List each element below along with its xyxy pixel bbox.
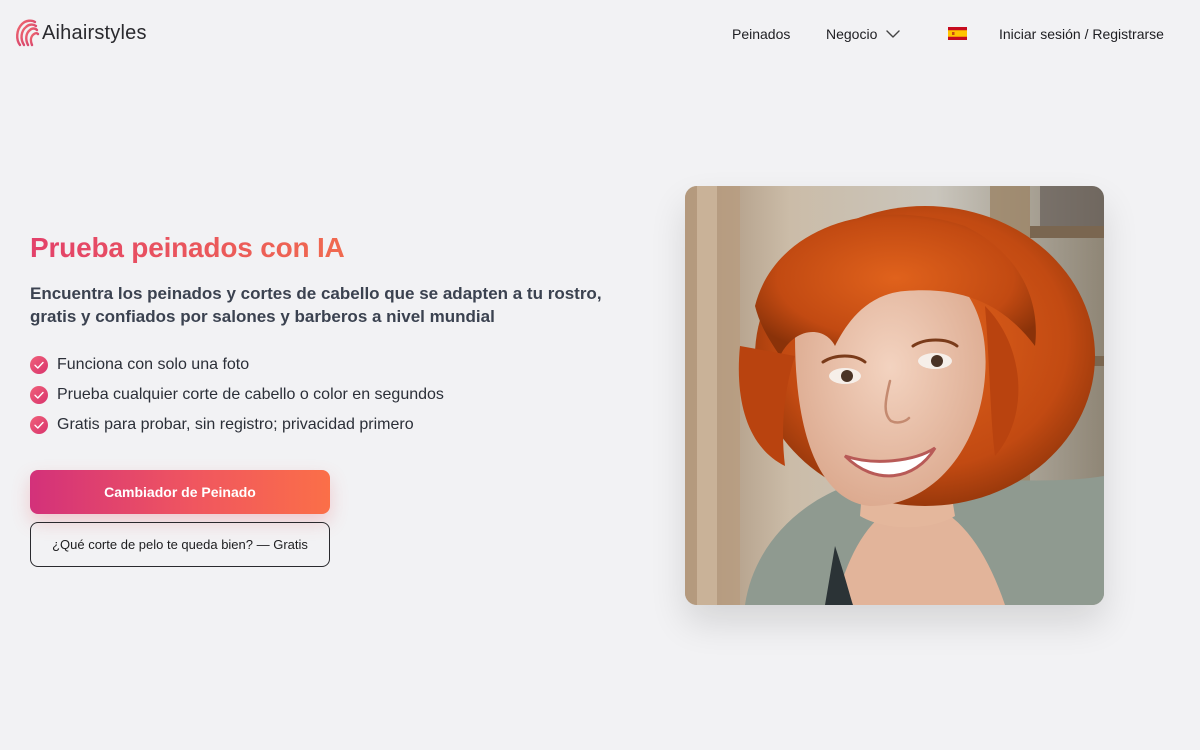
check-circle-icon <box>30 386 48 404</box>
main-nav: Peinados Negocio Iniciar sesión / Regist… <box>0 24 1200 44</box>
feature-list: Funciona con solo una foto Prueba cualqu… <box>30 350 444 440</box>
es-flag-icon[interactable] <box>948 27 967 40</box>
site-header: Aihairstyles Peinados Negocio Iniciar se… <box>0 0 1200 68</box>
nav-login-register[interactable]: Iniciar sesión / Registrarse <box>999 24 1164 44</box>
which-haircut-suits-button[interactable]: ¿Qué corte de pelo te queda bien? — Grat… <box>30 522 330 567</box>
hero-portrait-image <box>685 186 1104 605</box>
feature-item: Gratis para probar, sin registro; privac… <box>30 410 444 440</box>
hairstyle-changer-button[interactable]: Cambiador de Peinado <box>30 470 330 514</box>
nav-peinados[interactable]: Peinados <box>732 24 790 44</box>
portrait-illustration <box>685 186 1104 605</box>
check-circle-icon <box>30 356 48 374</box>
feature-text: Gratis para probar, sin registro; privac… <box>57 416 414 433</box>
nav-negocio-dropdown[interactable]: Negocio <box>826 24 901 44</box>
feature-text: Funciona con solo una foto <box>57 356 250 373</box>
hero-subtitle: Encuentra los peinados y cortes de cabel… <box>30 284 602 326</box>
check-circle-icon <box>30 416 48 434</box>
hero-title: Prueba peinados con IA <box>30 232 345 263</box>
chevron-down-icon <box>886 30 901 38</box>
feature-item: Prueba cualquier corte de cabello o colo… <box>30 380 444 410</box>
nav-negocio-label: Negocio <box>826 26 878 42</box>
feature-item: Funciona con solo una foto <box>30 350 444 380</box>
feature-text: Prueba cualquier corte de cabello o colo… <box>57 386 444 403</box>
